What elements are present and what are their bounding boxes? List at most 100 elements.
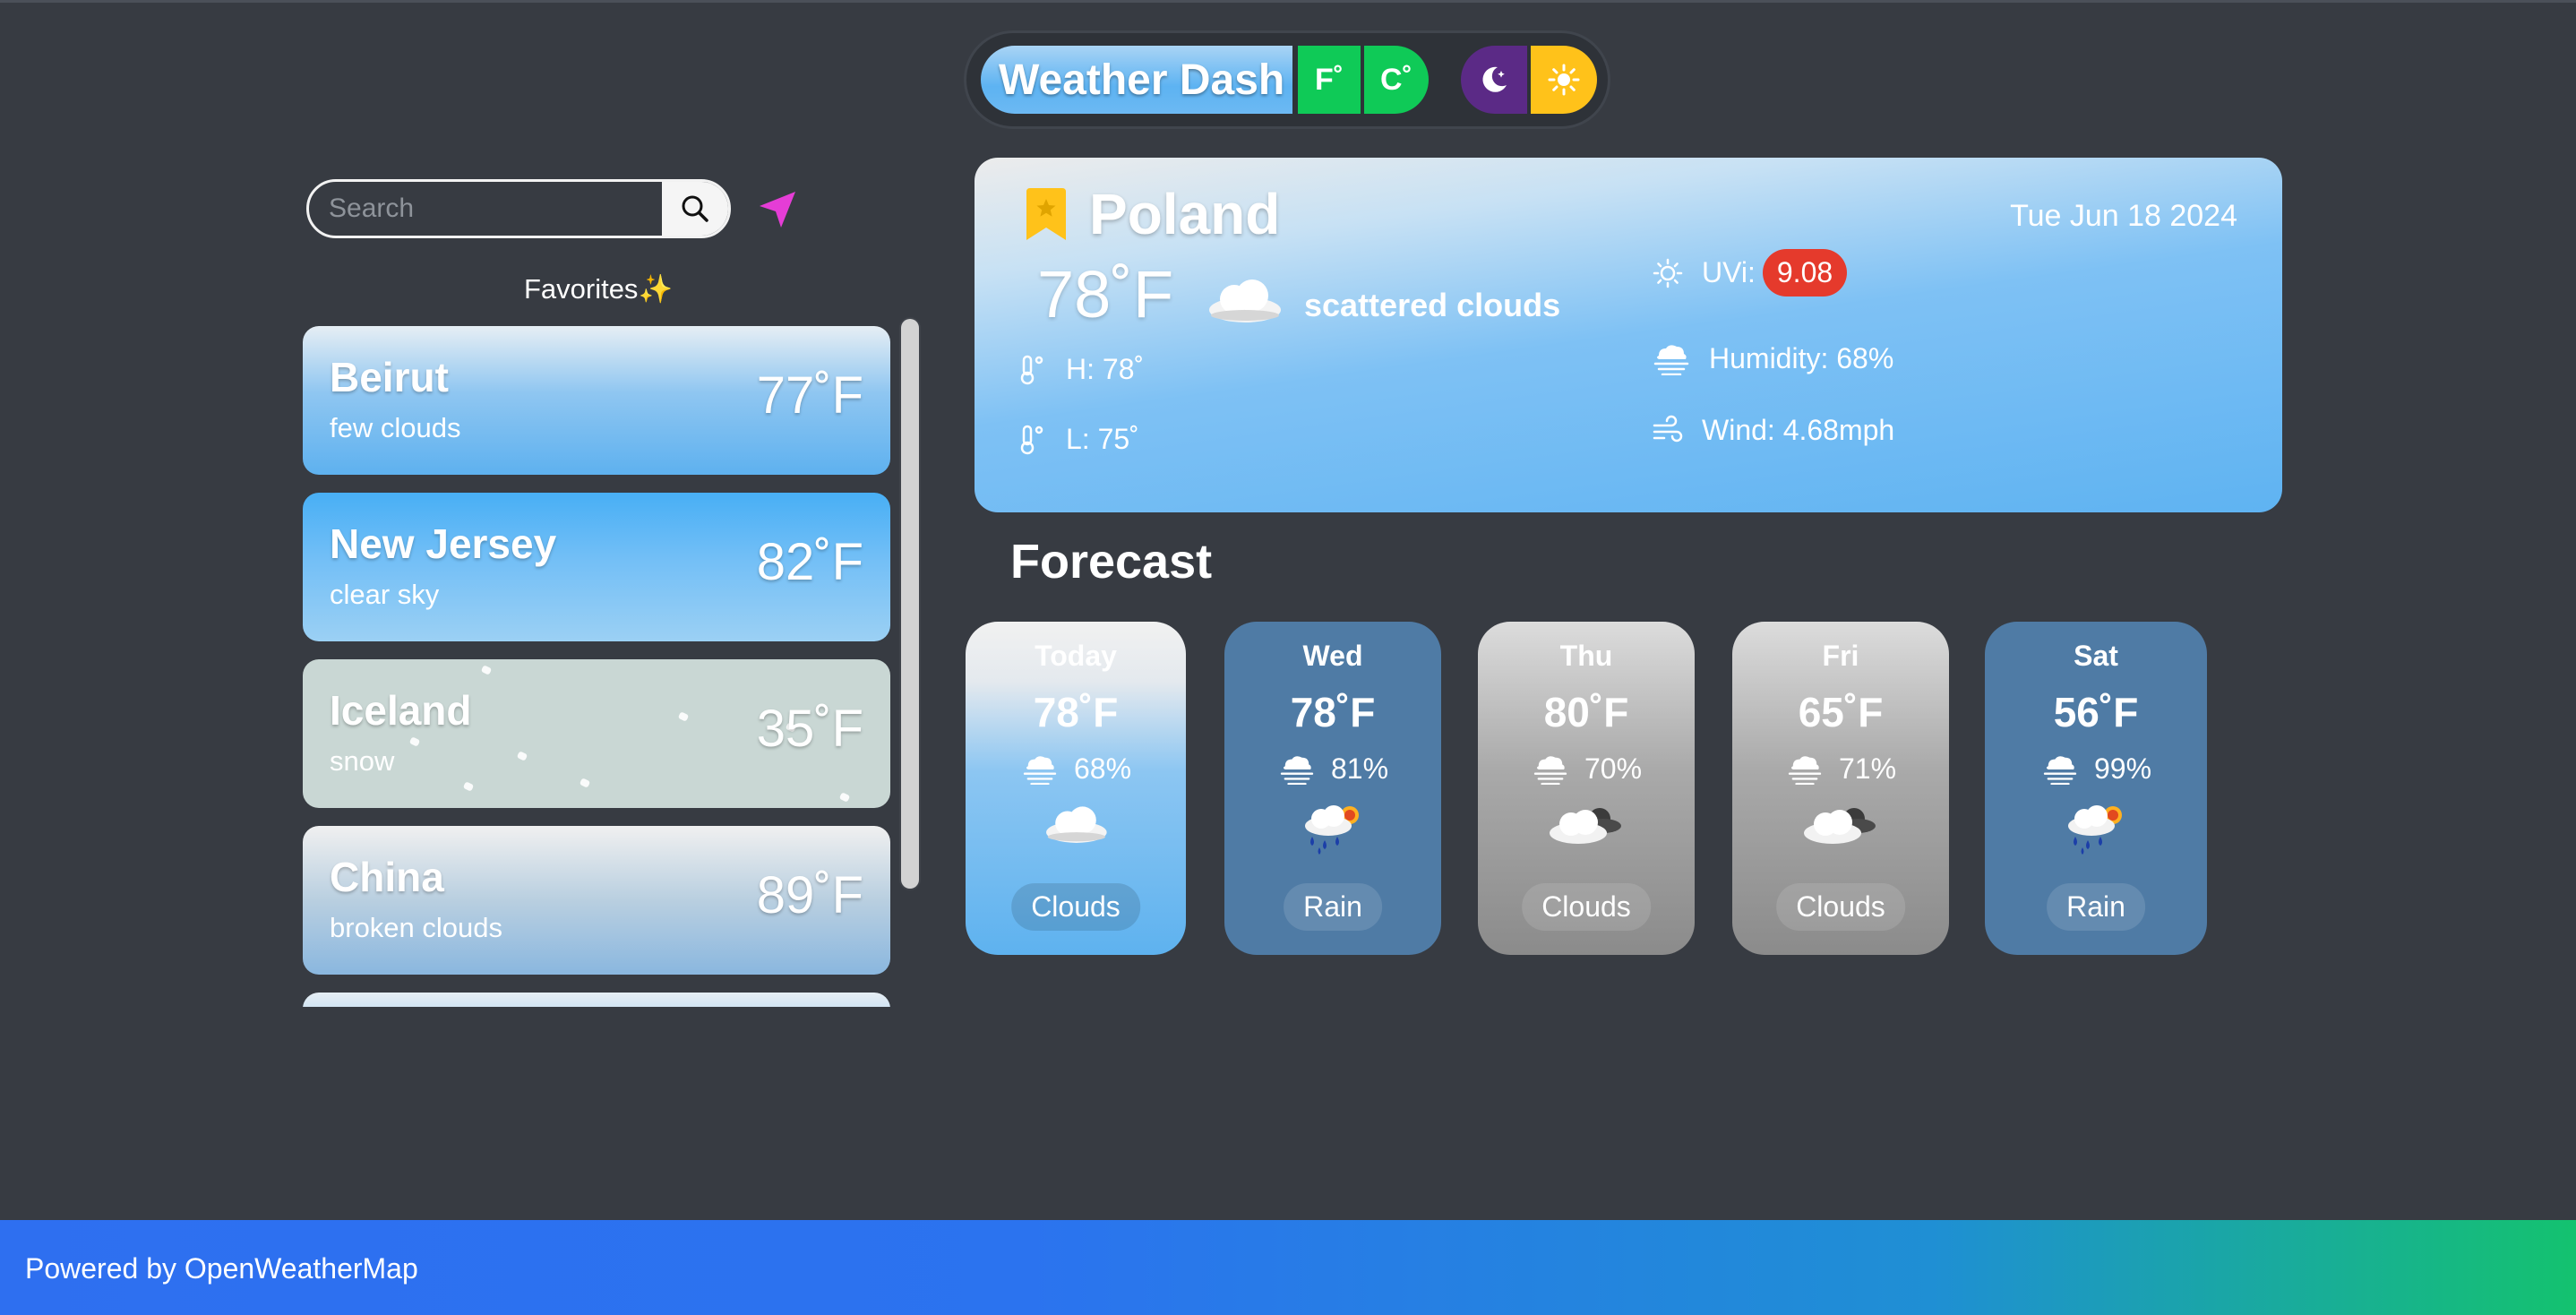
thermometer-icon [1020, 425, 1043, 454]
thermometer-icon [1020, 355, 1043, 384]
humidity-icon [1533, 755, 1567, 785]
forecast-temp: 78˚F [1290, 689, 1376, 735]
favorite-city: Iceland [330, 687, 472, 734]
search-input[interactable] [309, 182, 665, 236]
wind-value: Wind: 4.68mph [1702, 414, 1895, 446]
forecast-card-wed[interactable]: Wed 78˚F 81% Rain [1224, 622, 1441, 955]
high-temp-stat: H: 78˚ [1016, 353, 1144, 386]
favorites-heading: Favorites✨ [306, 272, 890, 305]
low-temp: L: 75˚ [1066, 423, 1139, 455]
forecast-card-today[interactable]: Today 78˚F 68% Clouds [966, 622, 1186, 955]
cloud-icon [1046, 806, 1107, 843]
humidity-icon [1788, 755, 1822, 785]
forecast-card-fri[interactable]: Fri 65˚F 71% Clouds [1732, 622, 1949, 955]
rain-sun-icon [1305, 805, 1359, 855]
header-bar: Weather Dash F˚ C˚ [964, 30, 1610, 129]
favorite-card-beirut[interactable]: Beirut few clouds 77˚F [303, 326, 890, 475]
forecast-condition: Rain [1284, 883, 1382, 931]
favorites-list[interactable]: Beirut few clouds 77˚F New Jersey clear … [303, 326, 890, 1007]
forecast-day: Sat [2074, 640, 2118, 672]
light-mode-button[interactable] [1531, 46, 1597, 114]
celsius-button[interactable]: C˚ [1364, 46, 1429, 114]
forecast-temp: 65˚F [1798, 689, 1884, 735]
favorite-desc: clear sky [330, 579, 440, 610]
favorite-card-partial[interactable] [303, 993, 890, 1007]
moon-icon [1482, 66, 1507, 92]
uvi-label: UVi: [1702, 256, 1756, 288]
dark-mode-button[interactable] [1461, 46, 1527, 114]
uvi-badge: 9.08 [1762, 249, 1848, 297]
favorites-scrollbar-thumb[interactable] [901, 319, 919, 889]
wind-stat: Wind: 4.68mph [1652, 414, 1894, 447]
app-title[interactable]: Weather Dash [981, 46, 1292, 114]
current-weather-card: Poland Tue Jun 18 2024 78˚F scattered cl… [975, 158, 2282, 512]
favorite-card-china[interactable]: China broken clouds 89˚F [303, 826, 890, 975]
search-button[interactable] [662, 182, 728, 236]
forecast-humidity-value: 70% [1584, 752, 1643, 785]
snowflake-decoration [838, 792, 851, 803]
favorite-card-iceland[interactable]: Iceland snow 35˚F [303, 659, 890, 808]
favorite-temp: 35˚F [756, 700, 863, 758]
forecast-condition: Clouds [1776, 883, 1905, 931]
sun-icon [1548, 64, 1580, 96]
sun-outline-icon [1653, 258, 1683, 288]
forecast-icon-wrap [966, 801, 1186, 846]
snowflake-decoration [579, 778, 591, 788]
current-description: scattered clouds [1304, 287, 1561, 323]
humidity-icon [1023, 755, 1057, 785]
rain-sun-icon [2068, 805, 2122, 855]
forecast-icon-wrap [1224, 801, 1441, 856]
favorites-title: Favorites [523, 273, 639, 305]
favorite-city: New Jersey [330, 520, 557, 567]
snowflake-decoration [480, 665, 493, 675]
forecast-day: Fri [1822, 640, 1859, 672]
forecast-humidity-value: 99% [2093, 752, 2152, 785]
high-temp: H: 78˚ [1066, 353, 1145, 385]
fahrenheit-button[interactable]: F˚ [1298, 46, 1361, 114]
favorite-temp: 77˚F [756, 366, 863, 425]
forecast-condition: Clouds [1011, 883, 1140, 931]
footer-attribution[interactable]: Powered by OpenWeatherMap [25, 1252, 418, 1285]
forecast-humidity: 99% [1985, 752, 2207, 786]
sparkles-icon: ✨ [638, 273, 674, 305]
wind-icon [1653, 415, 1683, 442]
humidity-stat: Humidity: 68% [1652, 342, 1893, 375]
location-arrow-icon [760, 192, 795, 228]
forecast-humidity: 81% [1224, 752, 1441, 786]
forecast-temp: 56˚F [2053, 689, 2139, 735]
forecast-humidity: 68% [966, 752, 1186, 786]
forecast-icon-wrap [1985, 801, 2207, 856]
forecast-humidity-value: 71% [1838, 752, 1897, 785]
humidity-icon [2043, 755, 2077, 785]
snowflake-decoration [516, 751, 528, 761]
forecast-humidity-value: 68% [1073, 752, 1132, 785]
snowflake-decoration [677, 711, 690, 722]
current-temperature: 78˚F [1037, 257, 1174, 331]
current-location-button[interactable] [756, 188, 799, 231]
uvi-stat: UVi: 9.08 [1652, 249, 1848, 297]
snowflake-decoration [462, 781, 475, 792]
forecast-day: Today [1035, 640, 1117, 672]
favorite-city: China [330, 854, 444, 900]
forecast-card-sat[interactable]: Sat 56˚F 99% Rain [1985, 622, 2207, 955]
magnifier-icon [682, 195, 708, 222]
humidity-icon [1280, 755, 1314, 785]
forecast-humidity: 70% [1478, 752, 1695, 786]
bookmark-icon[interactable] [1025, 188, 1068, 242]
forecast-icon-wrap [1478, 801, 1695, 847]
favorite-desc: snow [330, 745, 395, 777]
footer: Powered by OpenWeatherMap [0, 1220, 2576, 1315]
favorite-temp: 82˚F [756, 533, 863, 591]
favorite-card-new-jersey[interactable]: New Jersey clear sky 82˚F [303, 493, 890, 641]
forecast-condition: Clouds [1522, 883, 1651, 931]
favorite-desc: few clouds [330, 412, 461, 443]
forecast-heading: Forecast [1010, 535, 1213, 589]
cloud-icon [1209, 279, 1281, 322]
humidity-value: Humidity: 68% [1709, 342, 1894, 374]
forecast-card-thu[interactable]: Thu 80˚F 70% Clouds [1478, 622, 1695, 955]
low-temp-stat: L: 75˚ [1016, 423, 1139, 456]
forecast-temp: 80˚F [1543, 689, 1629, 735]
favorite-city: Beirut [330, 354, 449, 400]
broken-clouds-icon [1550, 808, 1621, 844]
forecast-humidity: 71% [1732, 752, 1949, 786]
